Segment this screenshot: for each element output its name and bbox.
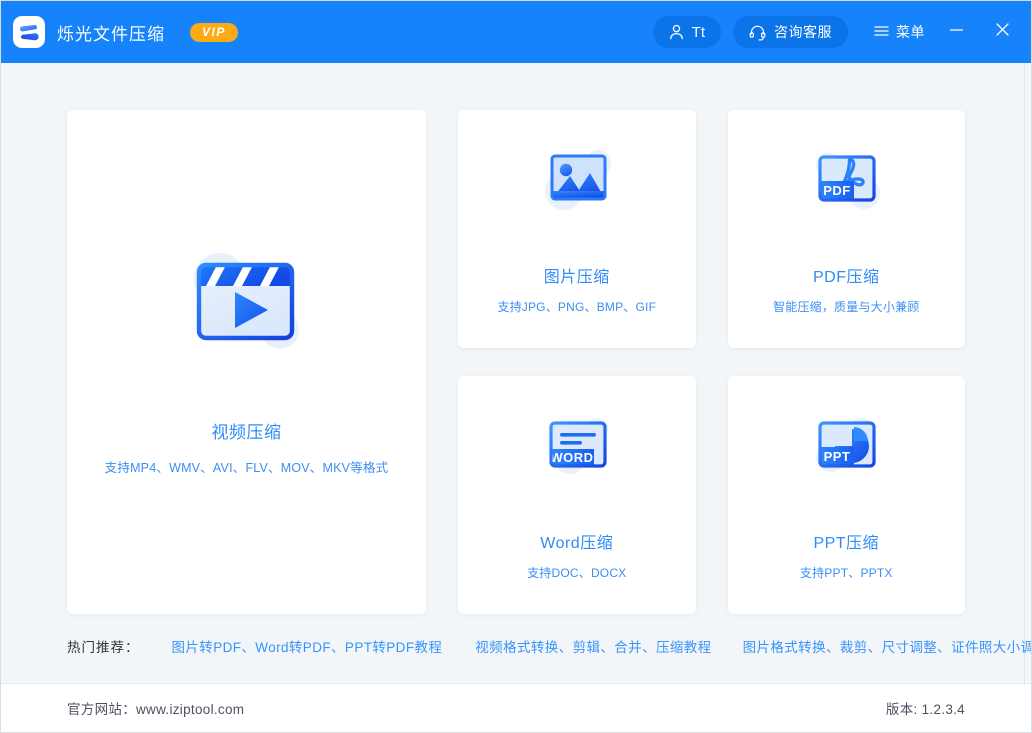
card-video-compress[interactable]: 视频压缩 支持MP4、WMV、AVI、FLV、MOV、MKV等格式 [67,110,426,614]
vip-badge[interactable]: VIP [190,23,238,42]
user-account-button[interactable]: Tt [653,16,721,48]
card-pdf-compress[interactable]: PDF PDF压缩 智能压缩，质量与大小兼顾 [728,110,966,348]
svg-text:PDF: PDF [824,183,852,198]
card-title: 视频压缩 [212,418,282,443]
pdf-file-icon: PDF [806,143,886,219]
ppt-file-icon: PPT [806,409,886,485]
customer-service-label: 咨询客服 [774,22,832,42]
close-icon [995,22,1010,42]
close-button[interactable] [987,17,1017,47]
title-bar: 烁光文件压缩 VIP Tt 咨询客服 [1,1,1031,63]
headset-icon [749,24,766,41]
official-website-label[interactable]: 官方网站：www.iziptool.com [67,698,244,718]
card-title: 图片压缩 [544,263,610,287]
main-content: 视频压缩 支持MP4、WMV、AVI、FLV、MOV、MKV等格式 [1,63,1031,683]
svg-text:PPT: PPT [824,449,851,464]
card-subtitle: 支持DOC、DOCX [527,564,626,581]
card-title: PDF压缩 [813,263,880,287]
svg-text:WORD: WORD [550,450,593,465]
picture-icon [537,143,617,219]
hot-recommendations-label: 热门推荐： [67,636,140,656]
app-logo-icon [13,16,45,48]
card-title: Word压缩 [540,529,613,553]
hot-link-image-tutorials[interactable]: 图片格式转换、裁剪、尺寸调整、证件照大小调整 [743,636,1031,656]
right-column: 图片压缩 支持JPG、PNG、BMP、GIF [458,110,965,614]
brand: 烁光文件压缩 VIP [13,16,238,48]
card-word-compress[interactable]: WORD Word压缩 支持DOC、DOCX [458,376,696,614]
card-subtitle: 智能压缩，质量与大小兼顾 [773,298,919,315]
user-name-label: Tt [692,24,705,41]
menu-button[interactable]: 菜单 [874,22,925,42]
left-column: 视频压缩 支持MP4、WMV、AVI、FLV、MOV、MKV等格式 [67,110,426,614]
card-image-compress[interactable]: 图片压缩 支持JPG、PNG、BMP、GIF [458,110,696,348]
card-subtitle: 支持JPG、PNG、BMP、GIF [497,298,656,315]
hamburger-icon [874,24,889,40]
video-clapperboard-icon [188,248,306,360]
app-window: 烁光文件压缩 VIP Tt 咨询客服 [0,0,1032,733]
customer-service-button[interactable]: 咨询客服 [733,16,848,48]
hot-link-video-tutorials[interactable]: 视频格式转换、剪辑、合并、压缩教程 [475,636,711,656]
card-row-bottom: WORD Word压缩 支持DOC、DOCX [458,376,965,614]
word-file-icon: WORD [537,409,617,485]
feature-card-grid: 视频压缩 支持MP4、WMV、AVI、FLV、MOV、MKV等格式 [67,110,965,614]
user-icon [669,24,684,40]
card-row-top: 图片压缩 支持JPG、PNG、BMP、GIF [458,110,965,348]
menu-label: 菜单 [896,22,925,42]
card-ppt-compress[interactable]: PPT PPT压缩 支持PPT、PPTX [728,376,966,614]
hot-link-pdf-tutorials[interactable]: 图片转PDF、Word转PDF、PPT转PDF教程 [172,636,443,656]
card-title: PPT压缩 [813,529,879,553]
card-subtitle: 支持PPT、PPTX [800,564,893,581]
card-subtitle: 支持MP4、WMV、AVI、FLV、MOV、MKV等格式 [105,457,389,476]
version-label: 版本: 1.2.3.4 [886,698,965,718]
app-title: 烁光文件压缩 [57,20,165,45]
footer-bar: 官方网站：www.iziptool.com 版本: 1.2.3.4 [1,683,1031,732]
hot-recommendations-bar: 热门推荐： 图片转PDF、Word转PDF、PPT转PDF教程 视频格式转换、剪… [1,614,1031,678]
minimize-icon [949,23,964,41]
minimize-button[interactable] [941,17,971,47]
